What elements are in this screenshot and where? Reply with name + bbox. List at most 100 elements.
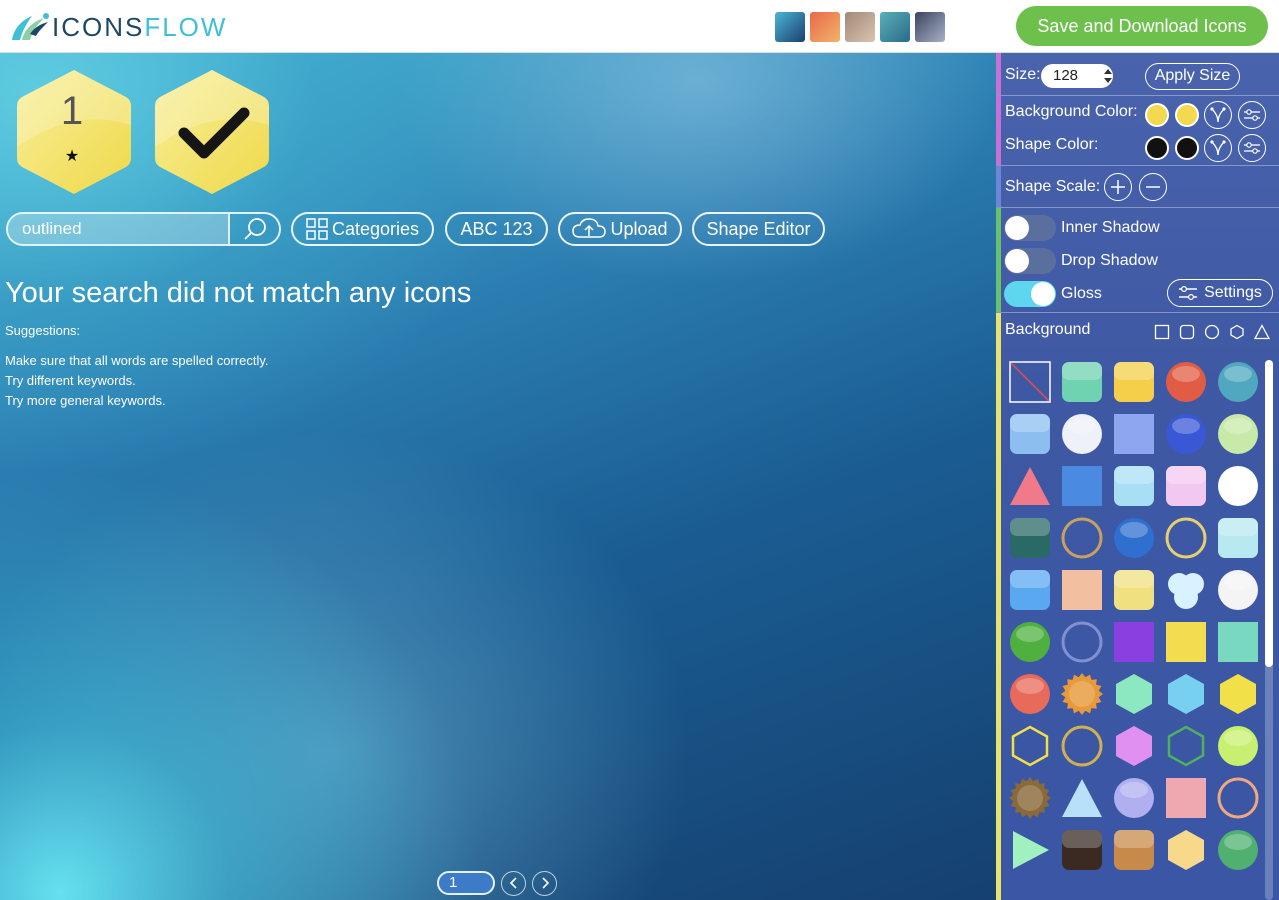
shape-adjust-button[interactable] — [1238, 134, 1266, 162]
chevron-left-icon — [509, 877, 517, 889]
gloss-settings-button[interactable]: Settings — [1167, 279, 1273, 307]
background-shape-option[interactable] — [1164, 412, 1208, 456]
hexagon-filter-icon[interactable] — [1229, 324, 1245, 340]
page-number-input[interactable]: 1 — [437, 871, 495, 895]
background-shape-option[interactable] — [1216, 620, 1260, 664]
save-download-button[interactable]: Save and Download Icons — [1016, 6, 1268, 46]
plus-icon — [1111, 180, 1125, 194]
inner-shadow-toggle[interactable] — [1004, 215, 1056, 241]
circle-filter-icon[interactable] — [1204, 324, 1220, 340]
shape-gradient-button[interactable] — [1204, 134, 1232, 162]
prev-page-button[interactable] — [501, 870, 526, 896]
background-shape-option[interactable] — [1164, 724, 1208, 768]
background-shape-option[interactable] — [1112, 568, 1156, 612]
square-filter-icon[interactable] — [1154, 324, 1170, 340]
upload-label: Upload — [610, 218, 668, 239]
background-shape-option[interactable] — [1060, 412, 1104, 456]
background-shape-option[interactable] — [1060, 672, 1104, 716]
app-logo[interactable]: ICONSFLOW — [8, 10, 227, 44]
shape-color-swatch[interactable] — [1145, 136, 1169, 160]
background-shape-option[interactable] — [1008, 360, 1052, 404]
background-shape-option[interactable] — [1216, 516, 1260, 560]
shape-list-scrollbar[interactable] — [1265, 360, 1273, 900]
search-input[interactable] — [8, 214, 228, 244]
background-shape-option[interactable] — [1216, 568, 1260, 612]
theme-swatch-sand[interactable] — [845, 12, 875, 42]
background-shape-option[interactable] — [1060, 516, 1104, 560]
background-shape-option[interactable] — [1216, 360, 1260, 404]
background-shape-option[interactable] — [1060, 568, 1104, 612]
scrollbar-thumb[interactable] — [1265, 360, 1273, 667]
background-shape-option[interactable] — [1216, 412, 1260, 456]
scale-down-button[interactable] — [1139, 173, 1167, 201]
stepper-arrows-icon[interactable] — [1103, 66, 1113, 86]
background-shape-option[interactable] — [1216, 672, 1260, 716]
drop-shadow-toggle[interactable] — [1004, 248, 1056, 274]
search-button[interactable] — [228, 214, 279, 244]
categories-button[interactable]: Categories — [291, 212, 434, 246]
background-shape-option[interactable] — [1008, 516, 1052, 560]
background-shape-option[interactable] — [1060, 620, 1104, 664]
background-color-label: Background Color: — [1005, 103, 1138, 120]
background-shape-option[interactable] — [1164, 776, 1208, 820]
background-shape-option[interactable] — [1164, 464, 1208, 508]
background-shape-option[interactable] — [1112, 516, 1156, 560]
background-shape-option[interactable] — [1164, 568, 1208, 612]
shape-color-swatch-2[interactable] — [1175, 136, 1199, 160]
background-shape-option[interactable] — [1164, 360, 1208, 404]
background-shape-option[interactable] — [1008, 672, 1052, 716]
search-icon — [243, 218, 266, 240]
background-shape-option[interactable] — [1008, 776, 1052, 820]
background-shape-option[interactable] — [1164, 828, 1208, 872]
background-shape-option[interactable] — [1060, 724, 1104, 768]
background-shape-option[interactable] — [1164, 672, 1208, 716]
shape-editor-button[interactable]: Shape Editor — [692, 212, 825, 246]
background-shape-option[interactable] — [1164, 620, 1208, 664]
background-shape-option[interactable] — [1008, 620, 1052, 664]
upload-button[interactable]: Upload — [558, 212, 682, 246]
background-shape-option[interactable] — [1008, 724, 1052, 768]
background-shape-option[interactable] — [1112, 724, 1156, 768]
background-shape-option[interactable] — [1164, 516, 1208, 560]
background-shape-option[interactable] — [1216, 464, 1260, 508]
color-section: Background Color: Shape Color: — [996, 96, 1279, 166]
background-shape-option[interactable] — [1112, 828, 1156, 872]
theme-swatch-slate[interactable] — [915, 12, 945, 42]
background-shape-option[interactable] — [1008, 464, 1052, 508]
background-shape-option[interactable] — [1008, 568, 1052, 612]
settings-label: Settings — [1204, 284, 1262, 301]
background-shape-option[interactable] — [1112, 360, 1156, 404]
sliders-icon — [1179, 285, 1198, 301]
rounded-square-filter-icon[interactable] — [1179, 324, 1195, 340]
background-shape-option[interactable] — [1112, 464, 1156, 508]
background-shape-option[interactable] — [1112, 776, 1156, 820]
background-color-swatch[interactable] — [1145, 103, 1169, 127]
apply-size-button[interactable]: Apply Size — [1145, 63, 1240, 90]
background-shape-option[interactable] — [1060, 828, 1104, 872]
background-shape-option[interactable] — [1216, 828, 1260, 872]
background-shape-option[interactable] — [1112, 620, 1156, 664]
background-gradient-button[interactable] — [1204, 101, 1232, 129]
theme-swatch-ocean[interactable] — [775, 12, 805, 42]
background-color-swatch-2[interactable] — [1175, 103, 1199, 127]
gloss-toggle[interactable] — [1004, 281, 1056, 307]
background-shape-option[interactable] — [1060, 776, 1104, 820]
background-shape-option[interactable] — [1216, 776, 1260, 820]
preview-icon-number[interactable]: 1 ★ — [14, 67, 134, 197]
background-shape-option[interactable] — [1060, 360, 1104, 404]
background-shape-option[interactable] — [1008, 828, 1052, 872]
preview-icon-check[interactable] — [152, 67, 272, 197]
triangle-filter-icon[interactable] — [1254, 324, 1270, 340]
background-shape-option[interactable] — [1216, 724, 1260, 768]
abc-123-button[interactable]: ABC 123 — [445, 212, 548, 246]
background-shape-option[interactable] — [1112, 672, 1156, 716]
next-page-button[interactable] — [532, 870, 557, 896]
background-shape-option[interactable] — [1008, 412, 1052, 456]
scale-up-button[interactable] — [1104, 173, 1132, 201]
background-adjust-button[interactable] — [1238, 101, 1266, 129]
theme-swatch-lagoon[interactable] — [880, 12, 910, 42]
background-shape-option[interactable] — [1112, 412, 1156, 456]
toggle-knob — [1005, 216, 1029, 240]
theme-swatch-sunset[interactable] — [810, 12, 840, 42]
background-shape-option[interactable] — [1060, 464, 1104, 508]
